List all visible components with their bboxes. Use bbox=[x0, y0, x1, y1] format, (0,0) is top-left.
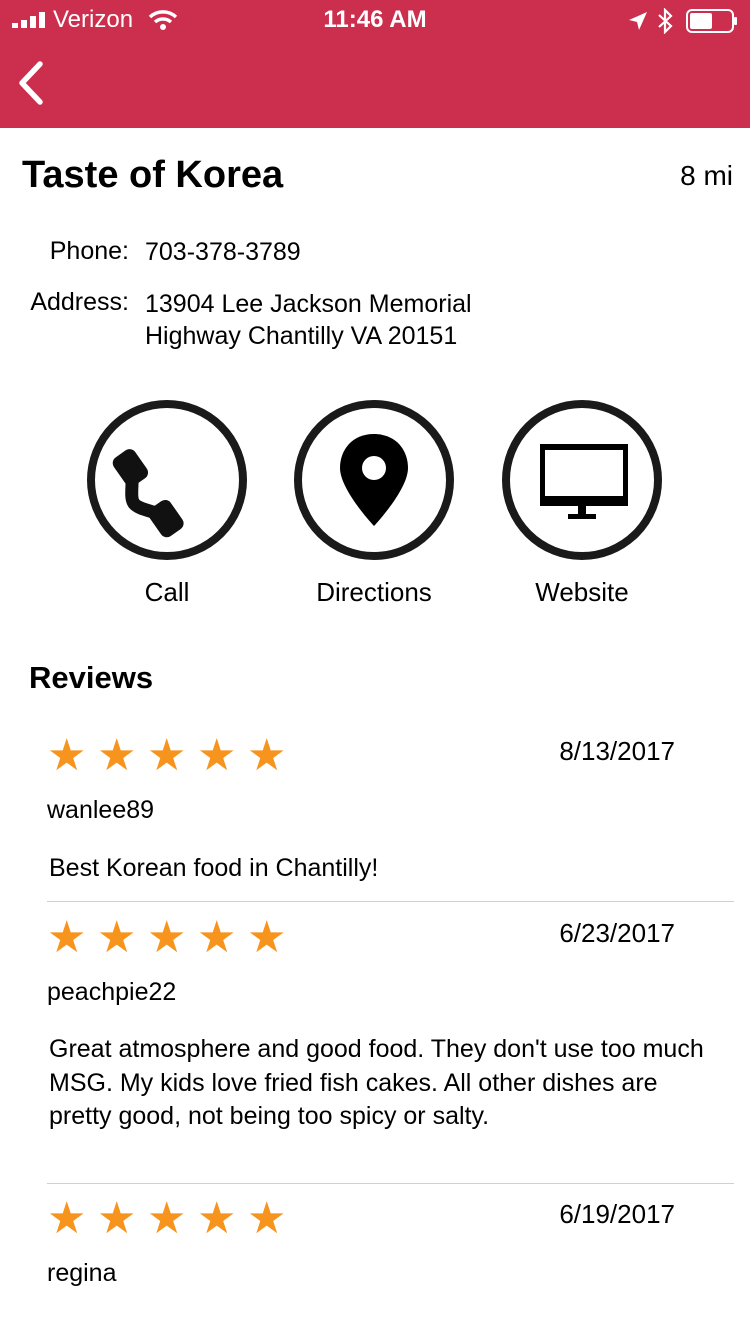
call-label: Call bbox=[144, 577, 190, 607]
star-icon: ★ bbox=[247, 913, 287, 962]
distance: 8 mi bbox=[680, 160, 733, 191]
review-text: Best Korean food in Chantilly! bbox=[49, 854, 379, 882]
website-button[interactable]: Website bbox=[502, 400, 662, 607]
website-label: Website bbox=[535, 577, 629, 607]
bluetooth-icon bbox=[658, 8, 673, 34]
navigation-header: Verizon 11:46 AM bbox=[0, 0, 750, 128]
review-username: regina bbox=[47, 1259, 117, 1287]
star-icon: ★ bbox=[47, 1194, 87, 1243]
star-icon: ★ bbox=[147, 913, 187, 962]
status-bar: Verizon 11:46 AM bbox=[0, 0, 750, 42]
back-button[interactable] bbox=[10, 54, 54, 110]
star-icon: ★ bbox=[97, 731, 137, 780]
phone-label: Phone: bbox=[49, 237, 129, 265]
star-icon: ★ bbox=[247, 731, 287, 780]
review-username: peachpie22 bbox=[47, 978, 177, 1006]
review-date: 6/19/2017 bbox=[559, 1199, 675, 1229]
phone-number[interactable]: 703-378-3789 bbox=[145, 236, 301, 268]
star-icon: ★ bbox=[147, 731, 187, 780]
star-icon: ★ bbox=[197, 913, 237, 962]
phone-icon bbox=[112, 449, 184, 538]
star-rating: ★ ★ ★ ★ ★ bbox=[47, 731, 297, 780]
address-line-1: 13904 Lee Jackson Memorial bbox=[145, 290, 472, 318]
star-icon: ★ bbox=[97, 1194, 137, 1243]
address[interactable]: 13904 Lee Jackson Memorial Highway Chant… bbox=[145, 288, 545, 352]
chevron-left-icon bbox=[19, 61, 43, 105]
review-date: 8/13/2017 bbox=[559, 736, 675, 766]
reviews-heading: Reviews bbox=[29, 660, 154, 695]
monitor-icon bbox=[540, 444, 628, 519]
directions-label: Directions bbox=[316, 577, 432, 607]
star-icon: ★ bbox=[47, 913, 87, 962]
battery-icon bbox=[686, 9, 737, 33]
review-divider bbox=[47, 1183, 734, 1184]
star-rating: ★ ★ ★ ★ ★ bbox=[47, 913, 297, 962]
review-divider bbox=[47, 901, 734, 902]
directions-button[interactable]: Directions bbox=[294, 400, 454, 607]
star-icon: ★ bbox=[247, 1194, 287, 1243]
review-date: 6/23/2017 bbox=[559, 918, 675, 948]
address-label: Address: bbox=[30, 288, 129, 316]
call-button[interactable]: Call bbox=[87, 400, 247, 607]
star-icon: ★ bbox=[147, 1194, 187, 1243]
review-username: wanlee89 bbox=[47, 796, 155, 824]
star-icon: ★ bbox=[97, 913, 137, 962]
star-rating: ★ ★ ★ ★ ★ bbox=[47, 1194, 297, 1243]
star-icon: ★ bbox=[197, 1194, 237, 1243]
star-icon: ★ bbox=[197, 731, 237, 780]
map-pin-icon bbox=[340, 434, 408, 526]
location-arrow-icon bbox=[629, 12, 647, 30]
address-line-2: Highway Chantilly VA 20151 bbox=[145, 322, 458, 350]
review-text: Great atmosphere and good food. They don… bbox=[49, 1035, 704, 1130]
restaurant-name: Taste of Korea bbox=[22, 154, 284, 196]
star-icon: ★ bbox=[47, 731, 87, 780]
